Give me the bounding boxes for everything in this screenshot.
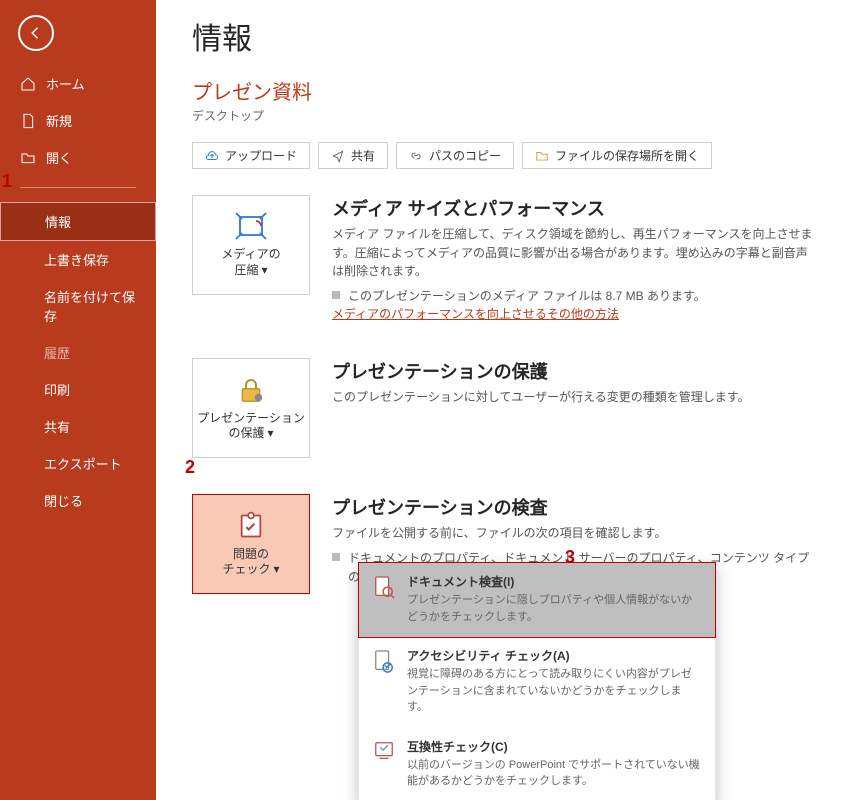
- tile-label: メディアの圧縮▾: [221, 247, 280, 278]
- sidebar-nav: ホーム 新規 開く 情報 上書き保存 名前を付けて保存 履歴 印刷 共有: [0, 65, 156, 519]
- chevron-down-icon: ▾: [267, 426, 273, 440]
- sidebar-item-print[interactable]: 印刷: [0, 371, 156, 408]
- back-button[interactable]: [18, 15, 54, 51]
- protect-section: プレゼンテーションの保護▾ プレゼンテーションの保護 このプレゼンテーションに対…: [192, 358, 819, 458]
- sidebar-item-history: 履歴: [0, 334, 156, 371]
- info-page: 情報 プレゼン資料 デスクトップ アップロード 共有 パスのコピー ファイルの保…: [156, 0, 847, 800]
- accessibility-icon: [373, 649, 395, 675]
- compatibility-icon: [373, 740, 395, 762]
- menu-item-inspect-document[interactable]: ドキュメント検査(I) プレゼンテーションに隠しプロパティや個人情報がないかどう…: [358, 562, 716, 638]
- menu-item-title: アクセシビリティ チェック(A): [407, 647, 701, 664]
- document-title: プレゼン資料: [192, 76, 819, 105]
- info-toolbar: アップロード 共有 パスのコピー ファイルの保存場所を開く: [192, 142, 819, 169]
- bullet-square-icon: [332, 291, 340, 299]
- button-label: アップロード: [225, 147, 297, 164]
- sidebar-item-label: ホーム: [46, 74, 85, 93]
- sidebar-item-label: 上書き保存: [44, 250, 109, 269]
- sidebar-item-label: 共有: [44, 417, 70, 436]
- protect-presentation-tile[interactable]: プレゼンテーションの保護▾: [192, 358, 310, 458]
- button-label: ファイルの保存場所を開く: [555, 147, 699, 164]
- menu-item-compatibility-check[interactable]: 互換性チェック(C) 以前のバージョンの PowerPoint でサポートされて…: [359, 728, 715, 800]
- copy-path-button[interactable]: パスのコピー: [396, 142, 514, 169]
- share-button[interactable]: 共有: [318, 142, 388, 169]
- sidebar-item-save[interactable]: 上書き保存: [0, 241, 156, 278]
- checklist-icon: [237, 511, 265, 541]
- open-file-location-button[interactable]: ファイルの保存場所を開く: [522, 142, 712, 169]
- inspect-heading: プレゼンテーションの検査: [332, 494, 819, 520]
- tile-label: プレゼンテーションの保護▾: [193, 411, 309, 442]
- sidebar-item-new[interactable]: 新規: [0, 102, 156, 139]
- annotation-2: 2: [185, 457, 195, 478]
- chevron-down-icon: ▾: [273, 562, 279, 576]
- button-label: パスのコピー: [429, 147, 501, 164]
- check-issues-menu: ドキュメント検査(I) プレゼンテーションに隠しプロパティや個人情報がないかどう…: [358, 562, 716, 800]
- document-location: デスクトップ: [192, 107, 819, 124]
- sidebar-item-label: 履歴: [44, 343, 70, 362]
- media-heading: メディア サイズとパフォーマンス: [332, 195, 819, 221]
- bullet-square-icon: [332, 553, 340, 561]
- inspect-desc: ファイルを公開する前に、ファイルの次の項目を確認します。: [332, 524, 819, 543]
- compress-media-tile[interactable]: メディアの圧縮▾: [192, 195, 310, 295]
- media-desc: メディア ファイルを圧縮して、ディスク領域を節約し、再生パフォーマンスを向上させ…: [332, 225, 819, 281]
- home-icon: [20, 76, 36, 92]
- compress-media-icon: [234, 211, 268, 241]
- document-header: プレゼン資料 デスクトップ: [192, 76, 819, 124]
- sidebar-item-export[interactable]: エクスポート: [0, 445, 156, 482]
- sidebar-item-save-as[interactable]: 名前を付けて保存: [0, 278, 156, 334]
- backstage-sidebar: ホーム 新規 開く 情報 上書き保存 名前を付けて保存 履歴 印刷 共有: [0, 0, 156, 800]
- protect-heading: プレゼンテーションの保護: [332, 358, 819, 384]
- media-section: メディアの圧縮▾ メディア サイズとパフォーマンス メディア ファイルを圧縮して…: [192, 195, 819, 322]
- button-label: 共有: [351, 147, 375, 164]
- menu-item-desc: プレゼンテーションに隠しプロパティや個人情報がないかどうかをチェックします。: [407, 592, 701, 625]
- sidebar-item-label: 情報: [45, 212, 71, 231]
- check-issues-tile[interactable]: 問題のチェック▾: [192, 494, 310, 594]
- sidebar-item-label: 閉じる: [44, 491, 83, 510]
- annotation-3: 3: [565, 547, 575, 568]
- menu-item-title: ドキュメント検査(I): [407, 573, 701, 590]
- folder-icon: [535, 149, 549, 163]
- sidebar-item-open[interactable]: 開く: [0, 139, 156, 176]
- lock-key-icon: [236, 375, 266, 405]
- sidebar-item-label: 開く: [46, 148, 72, 167]
- sidebar-item-close[interactable]: 閉じる: [0, 482, 156, 519]
- annotation-1: 1: [2, 171, 12, 192]
- tile-label: 問題のチェック▾: [222, 547, 279, 578]
- sidebar-item-info[interactable]: 情報: [0, 202, 156, 241]
- sidebar-item-home[interactable]: ホーム: [0, 65, 156, 102]
- chevron-down-icon: ▾: [261, 263, 267, 277]
- sidebar-item-label: エクスポート: [44, 454, 122, 473]
- sidebar-item-label: 印刷: [44, 380, 70, 399]
- menu-item-accessibility-check[interactable]: アクセシビリティ チェック(A) 視覚に障碍のある方にとって読み取りにくい内容が…: [359, 637, 715, 728]
- page-title: 情報: [192, 14, 819, 58]
- media-bullet: このプレゼンテーションのメディア ファイルは 8.7 MB あります。: [332, 287, 819, 306]
- menu-item-desc: 視覚に障碍のある方にとって読み取りにくい内容がプレゼンテーションに含まれていない…: [407, 666, 701, 716]
- folder-open-icon: [20, 150, 36, 166]
- media-improve-link[interactable]: メディアのパフォーマンスを向上させるその他の方法: [332, 307, 619, 321]
- arrow-left-icon: [27, 24, 45, 42]
- sidebar-item-label: 新規: [46, 111, 72, 130]
- protect-desc: このプレゼンテーションに対してユーザーが行える変更の種類を管理します。: [332, 388, 819, 407]
- file-icon: [20, 113, 36, 129]
- cloud-upload-icon: [205, 149, 219, 163]
- sidebar-item-share[interactable]: 共有: [0, 408, 156, 445]
- link-icon: [409, 149, 423, 163]
- upload-button[interactable]: アップロード: [192, 142, 310, 169]
- menu-item-desc: 以前のバージョンの PowerPoint でサポートされていない機能があるかどう…: [407, 757, 701, 790]
- sidebar-item-label: 名前を付けて保存: [44, 287, 136, 325]
- document-inspect-icon: [373, 575, 395, 601]
- share-icon: [331, 149, 345, 163]
- menu-item-title: 互換性チェック(C): [407, 738, 701, 755]
